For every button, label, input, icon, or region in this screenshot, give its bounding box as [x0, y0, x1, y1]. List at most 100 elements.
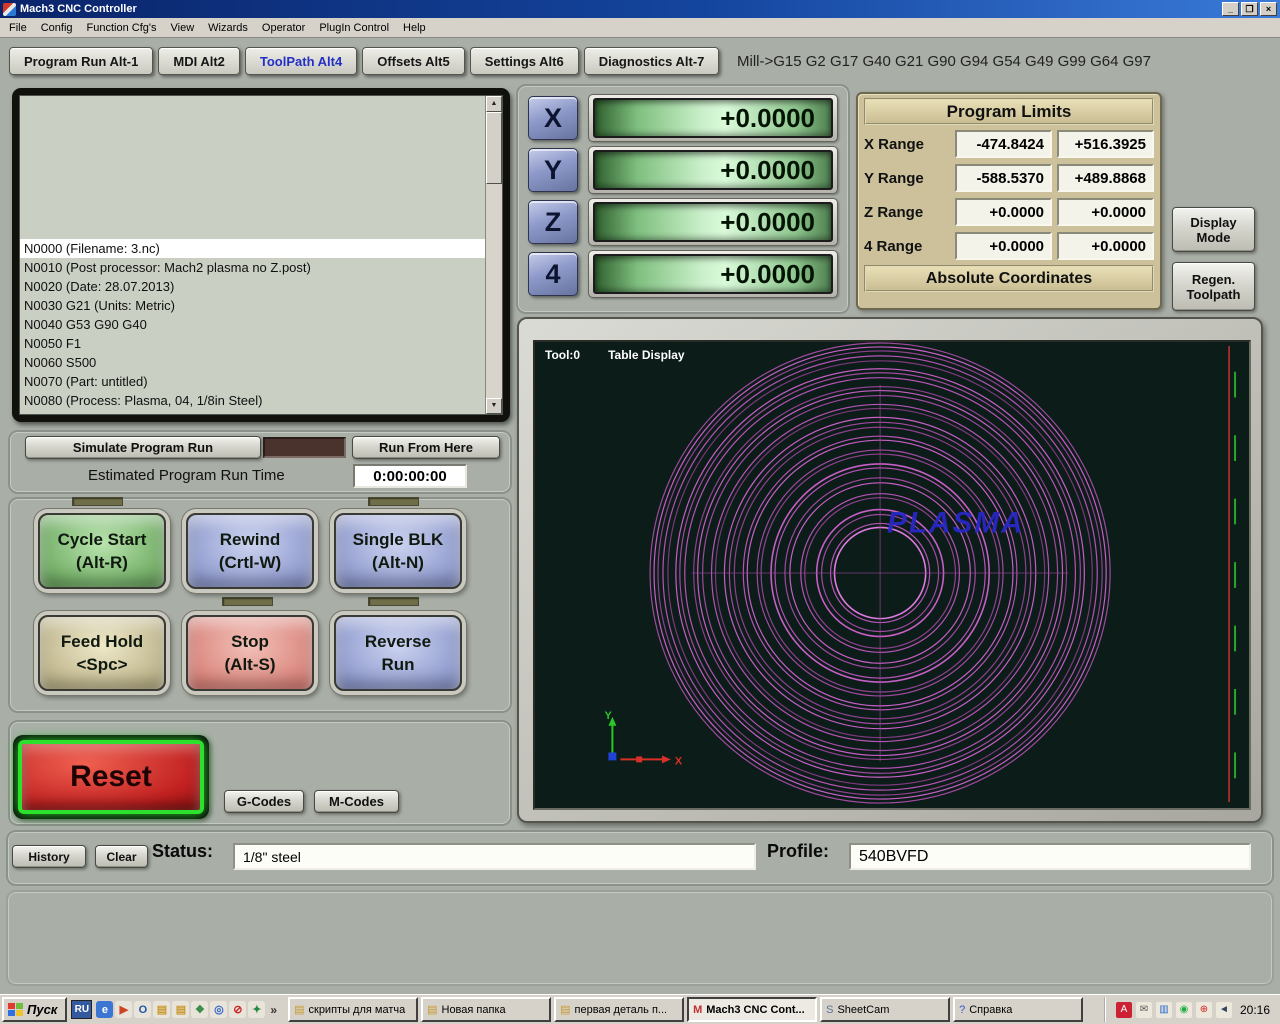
toolpath-canvas[interactable]: PLASMA Y X — [535, 342, 1249, 808]
dro-value-z[interactable]: +0.0000 — [593, 202, 833, 242]
dro-row-4: 4 +0.0000 — [528, 250, 838, 298]
tray-app-icon[interactable]: A — [1116, 1002, 1132, 1018]
axis-button-z[interactable]: Z — [528, 200, 578, 244]
folder-icon[interactable]: ▤ — [172, 1001, 189, 1018]
stop-button[interactable]: Stop(Alt-S) — [186, 615, 314, 691]
cycle-start-button[interactable]: Cycle Start(Alt-R) — [38, 513, 166, 589]
gcode-line: N0040 G53 G90 G40 — [20, 315, 485, 334]
scroll-up-icon[interactable] — [486, 96, 502, 112]
dro-display-frame: +0.0000 — [588, 250, 838, 298]
status-field[interactable] — [233, 843, 756, 870]
menu-help[interactable]: Help — [396, 19, 433, 37]
reverse-button[interactable]: ReverseRun — [334, 615, 462, 691]
rewind-button[interactable]: Rewind(Crtl-W) — [186, 513, 314, 589]
taskbar-task-0[interactable]: ▤скрипты для матча — [288, 997, 418, 1022]
tab-offsets-alt5[interactable]: Offsets Alt5 — [362, 47, 464, 75]
toolpath-display[interactable]: Tool:0 Table Display PLASMA Y X — [533, 340, 1251, 810]
button-label-line1: Feed Hold — [61, 631, 143, 652]
gcode-list[interactable]: N0000 (Filename: 3.nc)N0010 (Post proces… — [20, 96, 485, 414]
dro-row-y: Y +0.0000 — [528, 146, 838, 194]
tab-mdi-alt2[interactable]: MDI Alt2 — [158, 47, 240, 75]
tab-program-run-alt-1[interactable]: Program Run Alt-1 — [9, 47, 153, 75]
history-button[interactable]: History — [12, 845, 86, 868]
button-label-line2: Run — [381, 654, 414, 675]
taskbar-task-1[interactable]: ▤ Новая папка — [421, 997, 551, 1022]
scroll-down-icon[interactable] — [486, 398, 502, 414]
quicklaunch-overflow-icon[interactable]: » — [265, 1003, 282, 1017]
dro-value-4[interactable]: +0.0000 — [593, 254, 833, 294]
menu-wizards[interactable]: Wizards — [201, 19, 255, 37]
task-label: Новая папка — [442, 1004, 506, 1016]
scroll-track[interactable] — [486, 112, 502, 398]
tab-diagnostics-alt-7[interactable]: Diagnostics Alt-7 — [584, 47, 720, 75]
start-button[interactable]: Пуск — [2, 997, 67, 1022]
globe-icon[interactable]: ◎ — [210, 1001, 227, 1018]
dro-display-frame: +0.0000 — [588, 146, 838, 194]
menu-view[interactable]: View — [164, 19, 202, 37]
tab-toolpath-alt4[interactable]: ToolPath Alt4 — [245, 47, 357, 75]
language-indicator[interactable]: RU — [71, 1000, 92, 1019]
dro-value-y[interactable]: +0.0000 — [593, 150, 833, 190]
ie-icon[interactable]: e — [96, 1001, 113, 1018]
tray-update-icon[interactable]: ⊕ — [1196, 1002, 1212, 1018]
button-label-line2: (Alt-S) — [225, 654, 276, 675]
estimated-time-value: 0:00:00:00 — [353, 464, 467, 488]
gcodes-button[interactable]: G-Codes — [224, 790, 304, 813]
clear-status-button[interactable]: Clear — [95, 845, 148, 868]
run-from-here-button[interactable]: Run From Here — [352, 436, 500, 459]
help-icon: ? — [959, 1004, 965, 1016]
button-label-line2: (Alt-R) — [76, 552, 128, 573]
taskbar-task-3[interactable]: MMach3 CNC Cont... — [687, 997, 817, 1022]
desktop-icon[interactable]: ❖ — [191, 1001, 208, 1018]
gcode-line: N0050 F1 — [20, 334, 485, 353]
single-blk-led — [368, 497, 419, 506]
feed-hold-button[interactable]: Feed Hold<Spc> — [38, 615, 166, 691]
axis-button-x[interactable]: X — [528, 96, 578, 140]
windows-flag-icon — [8, 1003, 23, 1016]
button-label-line2: (Alt-N) — [372, 552, 424, 573]
menu-function-cfg-s[interactable]: Function Cfg's — [80, 19, 164, 37]
maximize-button[interactable]: ❐ — [1241, 2, 1258, 16]
task-label: Справка — [969, 1004, 1012, 1016]
taskbar-task-2[interactable]: ▤первая деталь п... — [554, 997, 684, 1022]
stop-icon[interactable]: ⊘ — [229, 1001, 246, 1018]
cycle-start-led — [72, 497, 123, 506]
minimize-button[interactable]: _ — [1222, 2, 1239, 16]
tray-mail-icon[interactable]: ✉ — [1136, 1002, 1152, 1018]
display-mode-button[interactable]: Display Mode — [1172, 207, 1255, 252]
mcodes-button[interactable]: M-Codes — [314, 790, 399, 813]
media-player-icon[interactable]: ▶ — [115, 1001, 132, 1018]
reset-button[interactable]: Reset — [18, 740, 204, 814]
tray-network-icon[interactable]: ▥ — [1156, 1002, 1172, 1018]
taskbar-task-4[interactable]: SSheetCam — [820, 997, 950, 1022]
gcode-window-frame: N0000 (Filename: 3.nc)N0010 (Post proces… — [12, 88, 510, 422]
menu-config[interactable]: Config — [34, 19, 80, 37]
single-blk-button[interactable]: Single BLK(Alt-N) — [334, 513, 462, 589]
axis-button-y[interactable]: Y — [528, 148, 578, 192]
axis-button-4[interactable]: 4 — [528, 252, 578, 296]
menu-operator[interactable]: Operator — [255, 19, 312, 37]
menu-file[interactable]: File — [2, 19, 34, 37]
tray-antivirus-icon[interactable]: ◉ — [1176, 1002, 1192, 1018]
regen-toolpath-button[interactable]: Regen. Toolpath — [1172, 262, 1255, 311]
title-bar: Mach3 CNC Controller _ ❐ × — [0, 0, 1280, 18]
button-label-line1: Rewind — [220, 529, 280, 550]
tray-volume-icon[interactable]: ◄ — [1216, 1002, 1232, 1018]
scroll-thumb[interactable] — [486, 112, 502, 184]
dro-value-x[interactable]: +0.0000 — [593, 98, 833, 138]
simulation-progress-bar — [263, 437, 346, 458]
folder-icon: ▤ — [427, 1003, 437, 1016]
folder-icon[interactable]: ▤ — [153, 1001, 170, 1018]
tab-settings-alt6[interactable]: Settings Alt6 — [470, 47, 579, 75]
menu-plugin-control[interactable]: PlugIn Control — [312, 19, 396, 37]
profile-label: Profile: — [767, 841, 829, 862]
button-label-line1: Single BLK — [353, 529, 444, 550]
profile-field[interactable] — [849, 843, 1251, 870]
regen-label-2: Toolpath — [1187, 287, 1241, 302]
simulate-program-run-button[interactable]: Simulate Program Run — [25, 436, 261, 459]
taskbar-task-5[interactable]: ? Справка — [953, 997, 1083, 1022]
taskbar: Пуск RU e▶O▤▤❖◎⊘✦ » ▤скрипты для матча▤Н… — [0, 994, 1280, 1024]
messenger-icon[interactable]: ✦ — [248, 1001, 265, 1018]
outlook-icon[interactable]: O — [134, 1001, 151, 1018]
close-button[interactable]: × — [1260, 2, 1277, 16]
